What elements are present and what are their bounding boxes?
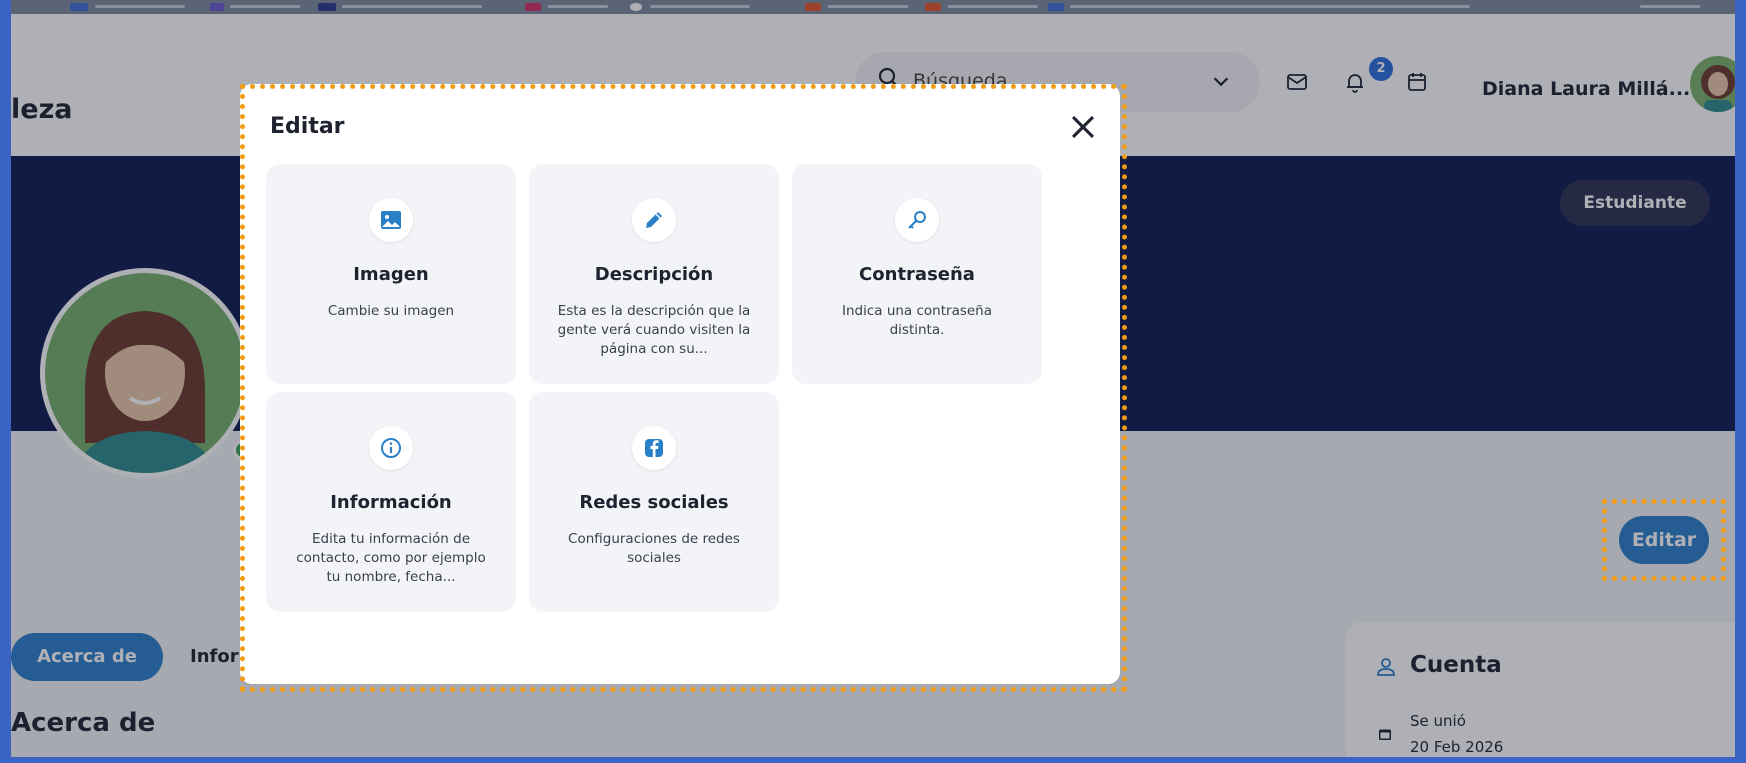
pencil-icon [632, 198, 676, 242]
image-icon [369, 198, 413, 242]
option-social-networks[interactable]: Redes sociales Configuraciones de redes … [529, 392, 779, 612]
option-title: Información [330, 492, 452, 513]
highlight-outline-edit-button [1602, 499, 1726, 581]
option-image[interactable]: Imagen Cambie su imagen [266, 164, 516, 384]
option-title: Redes sociales [579, 492, 729, 513]
option-password[interactable]: Contraseña Indica una contraseña distint… [792, 164, 1042, 384]
option-description-text: Esta es la descripción que la gente verá… [557, 303, 751, 357]
option-description: Cambie su imagen [327, 303, 455, 319]
option-description-text: Configuraciones de redes sociales [568, 531, 740, 566]
facebook-icon [632, 426, 676, 470]
option-title: Contraseña [859, 264, 975, 285]
option-information[interactable]: Información Edita tu información de cont… [266, 392, 516, 612]
option-title: Imagen [353, 264, 429, 285]
info-icon [369, 426, 413, 470]
edit-modal: Editar Imagen Cambie su imagen Descripci… [240, 84, 1120, 684]
option-description-text: Edita tu información de contacto, como p… [296, 531, 486, 585]
close-icon[interactable] [1066, 110, 1100, 144]
option-title: Descripción [594, 264, 714, 285]
option-description[interactable]: Descripción Esta es la descripción que l… [529, 164, 779, 384]
key-icon [895, 198, 939, 242]
modal-title: Editar [270, 114, 345, 139]
option-description-text: Indica una contraseña distinta. [841, 303, 993, 338]
